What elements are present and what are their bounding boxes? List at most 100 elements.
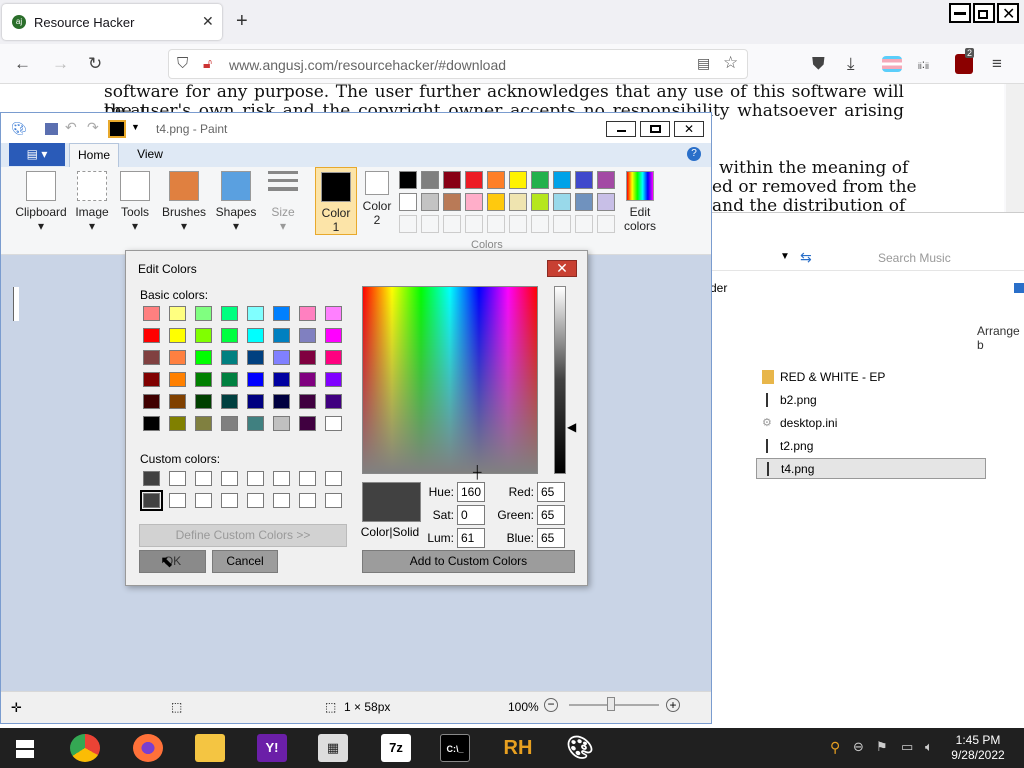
palette-swatch[interactable] [553,171,571,189]
shield-icon[interactable]: ⛉ [177,55,188,72]
tray-flag-icon[interactable]: ⚑ [876,739,888,755]
custom-color-swatch[interactable] [273,493,290,508]
palette-swatch[interactable] [443,193,461,211]
basic-color-swatch[interactable] [325,372,342,387]
color2-button[interactable]: Color 2 [359,171,395,227]
palette-swatch[interactable] [575,171,593,189]
spectrum-crosshair-icon[interactable]: ┼ [473,465,482,479]
search-input[interactable]: Search Music [878,251,951,265]
palette-swatch[interactable] [421,193,439,211]
hue-input[interactable]: 160 [457,482,485,502]
tab-resource-hacker[interactable]: aj Resource Hacker ✕ [2,4,222,40]
basic-color-swatch[interactable] [195,328,212,343]
image-canvas[interactable] [13,287,19,321]
palette-swatch[interactable] [597,193,615,211]
reader-view-icon[interactable]: ▤ [697,55,710,72]
minimize-button[interactable] [949,3,971,23]
list-item-selected[interactable]: t4.png [756,458,986,479]
basic-color-swatch[interactable] [273,350,290,365]
close-window-button[interactable]: ✕ [997,3,1019,23]
custom-color-swatch[interactable] [195,493,212,508]
pocket-icon[interactable]: ⛊ [812,54,825,74]
tools-button[interactable]: Tools ▾ [117,171,153,233]
extension-icon[interactable]: ᵢᵢ:ᵢᵢ [918,57,929,71]
basic-color-swatch[interactable] [299,394,316,409]
palette-swatch[interactable] [443,171,461,189]
file-menu-button[interactable]: ▤ ▾ [9,143,65,166]
tab-home[interactable]: Home [69,143,119,167]
basic-color-swatch[interactable] [195,350,212,365]
custom-color-swatch[interactable] [169,493,186,508]
cancel-button[interactable]: Cancel [212,550,278,573]
basic-color-swatch[interactable] [143,372,160,387]
basic-color-swatch[interactable] [273,328,290,343]
basic-color-swatch[interactable] [221,394,238,409]
add-to-custom-colors-button[interactable]: Add to Custom Colors [362,550,575,573]
basic-color-swatch[interactable] [195,306,212,321]
paint-close-button[interactable]: ✕ [674,121,704,137]
custom-color-swatch[interactable] [325,493,342,508]
custom-color-swatch[interactable] [247,493,264,508]
network-icon[interactable]: ▭ [901,739,913,755]
7zip-icon[interactable]: 7z [381,734,411,762]
basic-color-swatch[interactable] [143,416,160,431]
tab-close-icon[interactable]: ✕ [202,13,214,30]
basic-color-swatch[interactable] [325,306,342,321]
palette-swatch[interactable] [531,193,549,211]
yahoo-icon[interactable]: Y! [257,734,287,762]
basic-color-swatch[interactable] [169,306,186,321]
basic-color-swatch[interactable] [221,306,238,321]
basic-color-swatch[interactable] [325,416,342,431]
ublock-icon[interactable]: 2 [955,48,975,74]
arrange-by-label[interactable]: Arrange b [977,324,1024,352]
basic-color-swatch[interactable] [195,372,212,387]
basic-color-swatch[interactable] [169,394,186,409]
palette-swatch[interactable] [399,171,417,189]
palette-swatch[interactable] [465,171,483,189]
brushes-button[interactable]: Brushes ▾ [161,171,207,233]
view-icon[interactable] [1014,283,1024,293]
paint-minimize-button[interactable] [606,121,636,137]
custom-color-swatch[interactable] [273,471,290,486]
sat-input[interactable]: 0 [457,505,485,525]
color1-button[interactable]: Color 1 [315,167,357,235]
palette-swatch[interactable] [531,171,549,189]
paint-maximize-button[interactable] [640,121,670,137]
basic-color-swatch[interactable] [325,394,342,409]
blue-input[interactable]: 65 [537,528,565,548]
qat-dropdown-icon[interactable]: ▼ [131,122,140,132]
undo-icon[interactable]: ↶ [65,119,77,136]
clipboard-button[interactable]: Clipboard ▾ [13,171,69,233]
custom-color-swatch[interactable] [247,471,264,486]
custom-color-swatch[interactable] [169,471,186,486]
zoom-slider[interactable] [569,697,659,711]
basic-color-swatch[interactable] [195,394,212,409]
custom-color-swatch[interactable] [299,493,316,508]
basic-color-swatch[interactable] [143,328,160,343]
paint-taskbar-icon[interactable]: 🎨︎ [565,734,595,762]
save-icon[interactable] [45,123,58,135]
new-tab-icon[interactable]: + [236,10,248,33]
redo-icon[interactable]: ↷ [87,119,99,136]
palette-swatch-empty[interactable] [509,215,527,233]
shapes-button[interactable]: Shapes ▾ [215,171,257,233]
palette-swatch-empty[interactable] [421,215,439,233]
palette-swatch[interactable] [597,171,615,189]
basic-color-swatch[interactable] [299,306,316,321]
custom-color-swatch[interactable] [195,471,212,486]
windows-start-icon[interactable] [16,740,34,758]
palette-swatch[interactable] [487,193,505,211]
quick-access-color-icon[interactable] [108,120,126,138]
custom-color-swatch[interactable] [140,490,163,511]
basic-color-swatch[interactable] [169,328,186,343]
palette-swatch[interactable] [399,193,417,211]
palette-swatch-empty[interactable] [465,215,483,233]
basic-color-swatch[interactable] [247,372,264,387]
zoom-out-icon[interactable]: − [544,698,558,712]
basic-color-swatch[interactable] [247,416,264,431]
edit-colors-button[interactable]: Edit colors [621,171,659,233]
basic-color-swatch[interactable] [299,416,316,431]
basic-color-swatch[interactable] [143,350,160,365]
bookmark-star-icon[interactable]: ☆ [723,53,738,73]
custom-color-swatch[interactable] [221,493,238,508]
